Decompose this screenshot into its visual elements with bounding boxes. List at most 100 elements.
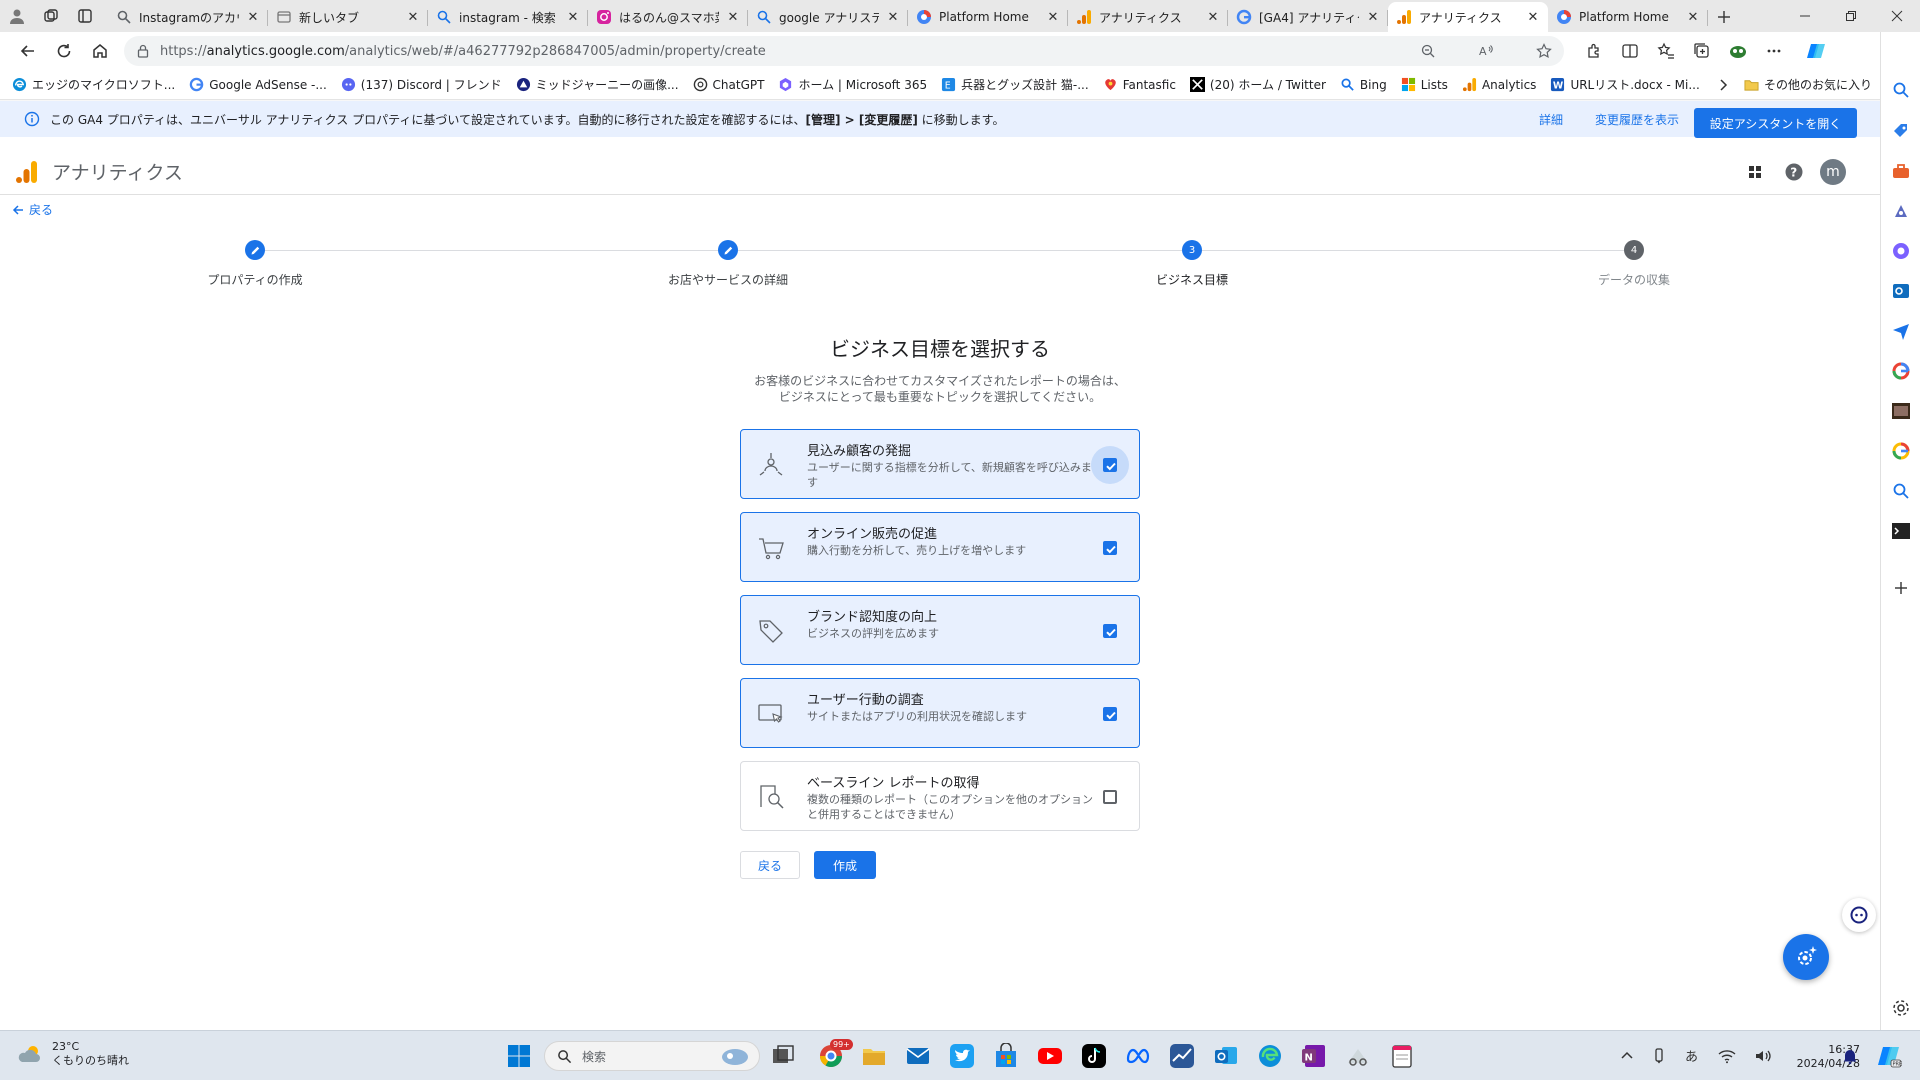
tab-actions-button[interactable] <box>68 0 102 32</box>
copilot-button[interactable] <box>1798 35 1834 67</box>
bookmark-item[interactable]: ホーム | Microsoft 365 <box>778 76 927 93</box>
gear-icon[interactable] <box>1891 998 1911 1018</box>
outlook-icon[interactable] <box>1213 1043 1239 1069</box>
objective-option-online-sales[interactable]: オンライン販売の促進 購入行動を分析して、売り上げを増やします <box>740 512 1140 582</box>
analytics-logo-icon[interactable] <box>14 159 40 185</box>
close-tab-icon[interactable]: ✕ <box>1206 10 1220 25</box>
bookmarks-overflow-button[interactable] <box>1716 78 1730 92</box>
taskbar-search[interactable]: 検索 <box>544 1041 760 1071</box>
windows-start-icon[interactable] <box>506 1043 532 1069</box>
back-button[interactable] <box>10 35 46 67</box>
objective-option-baseline-reports[interactable]: ベースライン レポートの取得 複数の種類のレポート（このオプションを他のオプショ… <box>740 761 1140 831</box>
stock-app-icon[interactable] <box>1169 1043 1195 1069</box>
minimize-button[interactable] <box>1782 0 1828 32</box>
google-icon[interactable] <box>1891 441 1911 461</box>
meta-icon[interactable] <box>1125 1043 1151 1069</box>
restore-button[interactable] <box>1828 0 1874 32</box>
close-tab-icon[interactable]: ✕ <box>1686 10 1700 25</box>
bookmark-item[interactable]: Google AdSense -... <box>189 77 327 92</box>
bookmark-item[interactable]: W URLリスト.docx - Mi... <box>1550 76 1700 93</box>
bookmark-item[interactable]: ミッドジャーニーの画像... <box>516 76 679 93</box>
browser-tab[interactable]: instagram - 検索 ✕ <box>428 2 588 32</box>
step-business-details[interactable]: お店やサービスの詳細 <box>628 240 828 288</box>
extension-button[interactable] <box>1720 35 1756 67</box>
workspaces-button[interactable] <box>34 0 68 32</box>
back-link[interactable]: 戻る <box>12 201 53 218</box>
file-explorer-icon[interactable] <box>861 1043 887 1069</box>
reload-button[interactable] <box>46 35 82 67</box>
bookmark-item[interactable]: ChatGPT <box>693 77 764 92</box>
film-icon[interactable] <box>1891 401 1911 421</box>
option-checkbox[interactable] <box>1103 541 1117 555</box>
snipping-tool-icon[interactable] <box>1345 1043 1371 1069</box>
tiktok-icon[interactable] <box>1081 1043 1107 1069</box>
view-history-link[interactable]: 変更履歴を表示 <box>1595 111 1679 128</box>
notepad-icon[interactable] <box>1389 1043 1415 1069</box>
objective-option-user-behavior[interactable]: ユーザー行動の調査 サイトまたはアプリの利用状況を確認します <box>740 678 1140 748</box>
bookmark-item[interactable]: Bing <box>1340 77 1387 92</box>
bookmark-item[interactable]: Fantasfic <box>1103 77 1176 92</box>
settings-more-button[interactable] <box>1756 35 1792 67</box>
ime-hiragana-icon[interactable]: あ <box>1684 1048 1700 1064</box>
volume-icon[interactable] <box>1754 1048 1772 1064</box>
bookmark-item[interactable]: (137) Discord | フレンド <box>341 76 502 93</box>
bookmark-item[interactable]: (20) ホーム / Twitter <box>1189 76 1326 93</box>
assistant-fab-button[interactable] <box>1783 934 1829 980</box>
browser-tab[interactable]: 新しいタブ ✕ <box>268 2 428 32</box>
favorite-star-icon[interactable] <box>1536 43 1552 59</box>
search-icon[interactable] <box>1891 80 1911 100</box>
help-icon[interactable]: ? <box>1784 162 1804 182</box>
bookmark-item[interactable]: エッジのマイクロソフト... <box>12 76 175 93</box>
favorites-button[interactable] <box>1648 35 1684 67</box>
close-tab-icon[interactable]: ✕ <box>246 10 260 25</box>
back-button[interactable]: 戻る <box>740 851 800 879</box>
objective-option-lead-generation[interactable]: 見込み顧客の発掘 ユーザーに関する指標を分析して、新規顧客を呼び込みます <box>740 429 1140 499</box>
mail-icon[interactable] <box>905 1043 931 1069</box>
bookmark-item[interactable]: Analytics <box>1462 77 1536 92</box>
twitter-icon[interactable] <box>949 1043 975 1069</box>
chevron-up-icon[interactable] <box>1620 1049 1634 1063</box>
close-tab-icon[interactable]: ✕ <box>406 10 420 25</box>
browser-tab[interactable]: アナリティクス ✕ <box>1068 2 1228 32</box>
extensions-button[interactable] <box>1576 35 1612 67</box>
notification-bell-icon[interactable] <box>1842 1048 1858 1064</box>
product-name[interactable]: アナリティクス <box>52 158 183 185</box>
zoom-out-icon[interactable] <box>1420 43 1436 59</box>
ms-store-icon[interactable] <box>993 1043 1019 1069</box>
onenote-icon[interactable]: N <box>1301 1043 1327 1069</box>
create-button[interactable]: 作成 <box>814 851 876 879</box>
weather-widget[interactable]: 23°C くもりのち晴れ <box>16 1040 129 1068</box>
browser-tab[interactable]: [GA4] アナリティク ✕ <box>1228 2 1388 32</box>
apps-grid-icon[interactable] <box>1745 162 1765 182</box>
browser-tab[interactable]: Platform Home ✕ <box>908 2 1068 32</box>
shopping-tag-icon[interactable] <box>1891 121 1911 141</box>
open-setup-assistant-button[interactable]: 設定アシスタントを開く <box>1694 108 1857 138</box>
option-checkbox[interactable] <box>1103 707 1117 721</box>
close-tab-icon[interactable]: ✕ <box>886 10 900 25</box>
close-tab-icon[interactable]: ✕ <box>1366 10 1380 25</box>
wifi-icon[interactable] <box>1718 1048 1736 1064</box>
url-text[interactable]: https://analytics.google.com/analytics/w… <box>160 44 1410 59</box>
close-tab-icon[interactable]: ✕ <box>1046 10 1060 25</box>
option-checkbox[interactable] <box>1103 458 1117 472</box>
browser-tab[interactable]: google アナリステ ✕ <box>748 2 908 32</box>
copilot-icon[interactable]: PRE <box>1876 1043 1902 1069</box>
toolbox-icon[interactable] <box>1891 161 1911 181</box>
profile-button[interactable] <box>0 0 34 32</box>
browser-tab[interactable]: Instagramのアカウ ✕ <box>108 2 268 32</box>
task-view-icon[interactable] <box>770 1043 796 1069</box>
terminal-icon[interactable] <box>1891 521 1911 541</box>
close-window-button[interactable] <box>1874 0 1920 32</box>
split-screen-button[interactable] <box>1612 35 1648 67</box>
browser-tab[interactable]: Platform Home ✕ <box>1548 2 1708 32</box>
bookmark-item[interactable]: Lists <box>1401 77 1448 92</box>
other-favorites[interactable]: その他のお気に入り <box>1744 76 1872 93</box>
browser-tab-active[interactable]: アナリティクス ✕ <box>1388 2 1548 32</box>
pen-icon[interactable] <box>1652 1048 1666 1064</box>
read-aloud-icon[interactable]: A <box>1478 43 1494 59</box>
youtube-icon[interactable] <box>1037 1043 1063 1069</box>
home-button[interactable] <box>82 35 118 67</box>
feedback-chat-button[interactable] <box>1842 898 1876 932</box>
games-icon[interactable] <box>1891 201 1911 221</box>
step-business-objectives[interactable]: 3 ビジネス目標 <box>1092 240 1292 288</box>
